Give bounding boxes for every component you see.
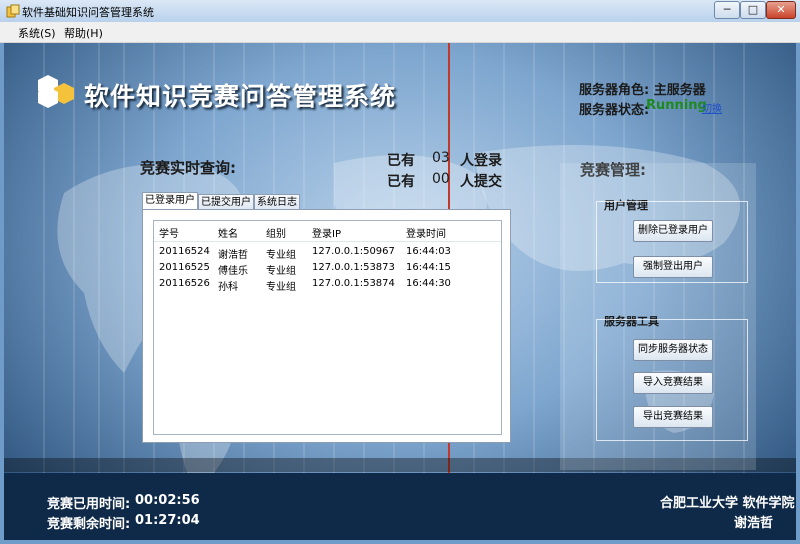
remaining-time-label: 竞赛剩余时间: [47, 517, 131, 532]
maximize-icon: □ [747, 3, 759, 16]
cell-ip: 127.0.0.1:53874 [312, 278, 395, 289]
export-results-button[interactable]: 导出竞赛结果 [633, 406, 713, 428]
submitted-suffix: 人提交 [460, 174, 502, 190]
cell-time: 16:44:30 [406, 278, 451, 289]
switch-server-link[interactable]: 切换 [702, 100, 722, 115]
cell-name: 谢浩哲 [218, 250, 248, 261]
cell-ip: 127.0.0.1:50967 [312, 246, 395, 257]
client-area: 软件知识竞赛问答管理系统 服务器角色: 主服务器 服务器状态: Running … [4, 43, 796, 540]
footer-author: 谢浩哲 [734, 516, 774, 531]
delete-logged-users-button[interactable]: 删除已登录用户 [633, 220, 713, 242]
logged-users-table[interactable]: 学号 姓名 组别 登录IP 登录时间 20116524 谢浩哲 专业组 127.… [153, 220, 502, 435]
elapsed-time-value: 00:02:56 [135, 493, 200, 508]
minimize-button[interactable]: ─ [714, 1, 740, 19]
submitted-prefix: 已有 [387, 174, 415, 190]
tab-panel: 学号 姓名 组别 登录IP 登录时间 20116524 谢浩哲 专业组 127.… [142, 209, 511, 443]
close-icon: ✕ [776, 3, 786, 16]
menu-bar: 系统(S) 帮助(H) [0, 22, 800, 43]
tab-system-log[interactable]: 系统日志 [254, 194, 300, 210]
cell-time: 16:44:03 [406, 246, 451, 257]
server-status-value: Running [646, 98, 707, 113]
import-results-button[interactable]: 导入竞赛结果 [633, 372, 713, 394]
window-title: 软件基础知识问答管理系统 [22, 6, 154, 19]
cell-name: 傅佳乐 [218, 266, 248, 277]
live-query-title: 竞赛实时查询: [140, 159, 236, 177]
column-header-id[interactable]: 学号 [159, 225, 179, 240]
tab-submitted-users[interactable]: 已提交用户 [198, 194, 254, 210]
logo-cubes-icon [38, 75, 74, 108]
footer-org: 合肥工业大学 软件学院 [660, 496, 795, 511]
cell-group: 专业组 [266, 282, 296, 293]
sync-server-status-button[interactable]: 同步服务器状态 [633, 339, 713, 361]
logged-prefix: 已有 [387, 153, 415, 169]
menu-help[interactable]: 帮助(H) [64, 25, 103, 41]
column-header-group[interactable]: 组别 [266, 225, 286, 240]
remaining-time-value: 01:27:04 [135, 513, 200, 528]
cell-id: 20116524 [159, 246, 210, 257]
cell-ip: 127.0.0.1:53873 [312, 262, 395, 273]
main-window: 软件基础知识问答管理系统 ─ □ ✕ 系统(S) 帮助(H) 软件知识竞赛问答管… [0, 0, 800, 544]
cell-time: 16:44:15 [406, 262, 451, 273]
app-icon [6, 4, 20, 18]
maximize-button[interactable]: □ [740, 1, 766, 19]
close-button[interactable]: ✕ [766, 1, 796, 19]
logged-suffix: 人登录 [460, 153, 502, 169]
column-header-name[interactable]: 姓名 [218, 225, 238, 240]
column-header-time[interactable]: 登录时间 [406, 225, 446, 240]
cell-group: 专业组 [266, 266, 296, 277]
cell-id: 20116525 [159, 262, 210, 273]
server-role: 服务器角色: 主服务器 [579, 83, 706, 98]
elapsed-time-label: 竞赛已用时间: [47, 497, 131, 512]
column-header-ip[interactable]: 登录IP [312, 225, 341, 240]
cell-group: 专业组 [266, 250, 296, 261]
cell-id: 20116526 [159, 278, 210, 289]
cell-name: 孙科 [218, 282, 238, 293]
header-divider [154, 241, 501, 242]
submitted-count: 00 [432, 171, 450, 187]
logged-count: 03 [432, 150, 450, 166]
minimize-icon: ─ [723, 3, 731, 16]
app-title: 软件知识竞赛问答管理系统 [84, 82, 397, 111]
menu-system[interactable]: 系统(S) [18, 25, 56, 41]
force-logout-button[interactable]: 强制登出用户 [633, 256, 713, 278]
server-status-label: 服务器状态: [579, 103, 650, 118]
title-bar: 软件基础知识问答管理系统 ─ □ ✕ [0, 0, 800, 22]
